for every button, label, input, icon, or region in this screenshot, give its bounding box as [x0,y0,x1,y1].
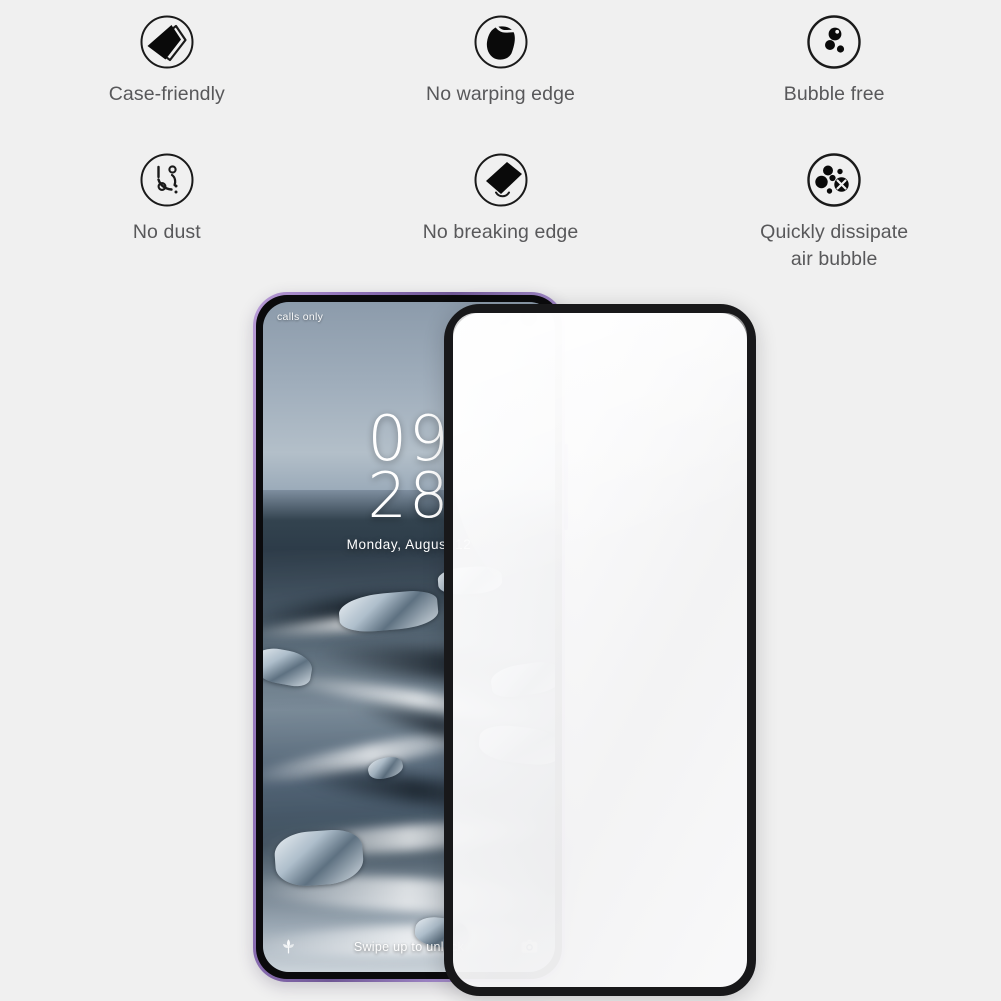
feature-row-2: No dust No breaking edge Quickly dissipa… [0,152,1001,273]
feature-label: No warping edge [426,83,575,105]
feature-grid: Case-friendly No warping edge Bubble fre… [0,0,1001,273]
no-warping-edge-icon [474,15,527,69]
feature-quickly-dissipate-air-bubble: Quickly dissipate air bubble [667,152,1001,273]
no-breaking-edge-icon [474,153,527,207]
product-stage: calls only 09 28 Monday, August 12 Swipe… [0,276,1001,1001]
feature-no-dust: No dust [0,152,334,273]
feature-bubble-free: Bubble free [667,14,1001,108]
feature-label: Bubble free [783,83,885,105]
no-dust-icon [140,153,194,207]
feature-no-breaking-edge: No breaking edge [334,152,668,273]
case-friendly-icon [140,15,194,69]
assistant-flower-icon[interactable] [279,937,298,956]
tempered-glass-screen-protector [444,304,756,996]
feature-case-friendly: Case-friendly [0,14,334,108]
feature-label: No breaking edge [422,220,579,243]
feature-label: Case-friendly [108,83,225,105]
bubble-free-icon [807,15,861,69]
feature-row-1: Case-friendly No warping edge Bubble fre… [0,14,1001,108]
feature-no-warping-edge: No warping edge [334,14,668,108]
feature-label: Quickly dissipate air bubble [760,220,909,270]
glass-reflection [453,313,747,624]
quickly-dissipate-air-bubble-icon [807,153,861,207]
feature-label: No dust [132,220,201,243]
